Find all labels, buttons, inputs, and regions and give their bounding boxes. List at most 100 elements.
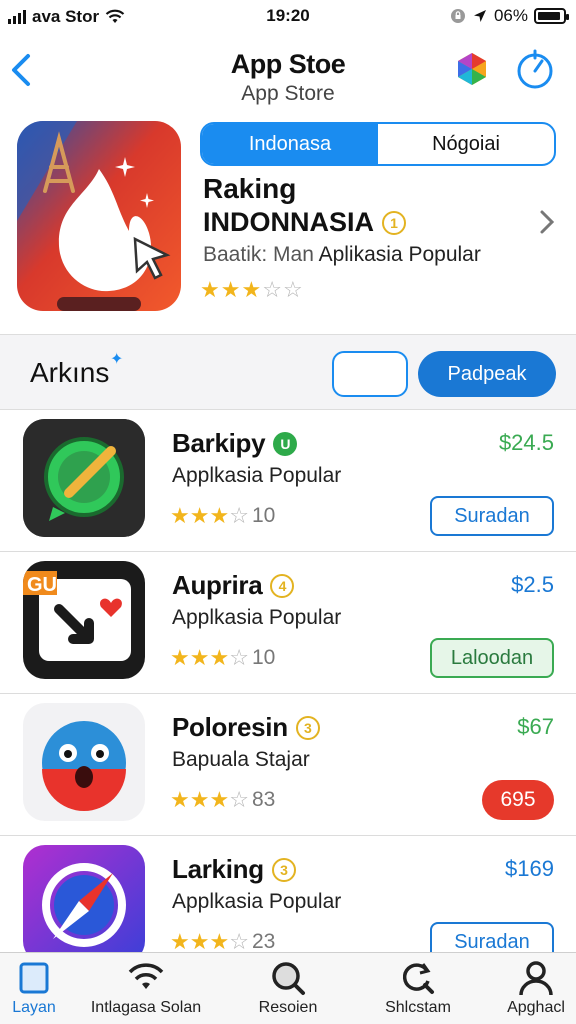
compass-icon[interactable] [23, 845, 145, 963]
star-icon: ★ [189, 928, 210, 954]
rating-stars: ★★★☆ [170, 786, 249, 812]
tab-bar: Layan Intlagasa Solan Resoien Shlcstam A… [0, 952, 576, 1024]
app-subtitle: Applkasia Popular [172, 890, 342, 913]
app-name: Barkipy U [172, 428, 298, 459]
star-icon: ★ [170, 502, 190, 528]
star-icon: ★ [209, 928, 230, 954]
tab-intlagasa-solan[interactable]: Intlagasa Solan [86, 959, 206, 1017]
status-bar: ava Stor 19:20 06% [0, 0, 576, 34]
gu-arrow-heart-icon[interactable]: GU [23, 561, 145, 679]
battery-icon [534, 8, 569, 24]
battery-fill [538, 12, 560, 20]
app-name: Auprira 4 [172, 570, 295, 601]
rating-stars: ★★★☆ [170, 644, 249, 670]
tab-shlcstam[interactable]: Shlcstam [358, 959, 478, 1017]
app-price: $67 [517, 714, 554, 739]
battery-percent: 06% [493, 6, 528, 25]
tab-label: Resoien [258, 999, 318, 1016]
refresh-search-icon [402, 963, 434, 994]
app-name: Larking 3 [172, 854, 296, 885]
rank-badge: 1 [382, 210, 407, 235]
app-name-label: Auprira [172, 570, 263, 600]
wifi-icon [128, 963, 164, 989]
search-icon [272, 962, 305, 995]
rating-count: 23 [251, 930, 276, 953]
app-name-label: Poloresin [172, 712, 288, 742]
featured-card[interactable]: Indonasa Nógoiai Raking INDONNASIA 1 Baa… [0, 115, 576, 333]
star-icon: ★ [241, 277, 262, 302]
section-header: Arkıns ✦ Padpeak [0, 334, 576, 410]
tab-label: Layan [12, 999, 56, 1016]
section-empty-button[interactable] [332, 351, 408, 397]
app-rating: ★★★☆ 10 [170, 646, 275, 670]
star-icon: ☆ [229, 928, 249, 954]
star-icon: ☆ [262, 277, 282, 302]
star-icon: ★ [220, 277, 241, 302]
nav-bar: App Stoe App Store [0, 40, 576, 110]
app-rating: ★★★☆ 23 [170, 930, 275, 954]
star-icon: ☆ [229, 502, 249, 528]
star-icon: ☆ [282, 277, 303, 302]
status-right: 06% [450, 6, 569, 26]
star-icon: ★ [170, 928, 190, 954]
tab-layan[interactable]: Layan [0, 959, 94, 1017]
tab-resoien[interactable]: Resoien [228, 959, 348, 1017]
star-icon: ★ [170, 786, 190, 812]
country-segmented-control[interactable]: Indonasa Nógoiai [200, 122, 556, 166]
tab-label: Shlcstam [385, 999, 451, 1016]
app-subtitle: Applkasia Popular [172, 606, 342, 629]
surprised-face-icon[interactable] [23, 703, 145, 821]
app-action-button[interactable]: Laloodan [430, 638, 554, 678]
tab-label: Apghacl [507, 999, 565, 1016]
app-badge: 4 [270, 573, 295, 598]
rating-stars: ★★★☆ [170, 928, 249, 954]
app-badge: U [273, 431, 298, 456]
app-action-button[interactable]: Suradan [430, 496, 554, 536]
star-icon: ★ [189, 786, 210, 812]
rating-count: 10 [251, 646, 276, 669]
app-name-label: Larking [172, 854, 264, 884]
ranking-desc-prefix: Baatik: Man [203, 243, 314, 266]
section-title: Arkıns [30, 357, 110, 388]
app-price: $169 [505, 856, 554, 881]
app-name: Poloresin 3 [172, 712, 320, 743]
featured-rating: ★ ★ ★ ☆ ☆ [200, 279, 303, 301]
ranking-title: Raking [203, 173, 297, 204]
app-row-auprira[interactable]: GU Auprira 4 Applkasia Popular ★★★☆ 10 $… [0, 552, 576, 694]
app-action-button[interactable]: 695 [482, 780, 554, 820]
segment-nogoiai[interactable]: Nógoiai [378, 124, 554, 164]
layers-icon [19, 962, 49, 994]
chevron-right-icon[interactable] [536, 207, 558, 237]
app-subtitle: Bapuala Stajar [172, 748, 310, 771]
star-icon: ★ [209, 786, 230, 812]
ranking-country-label: INDONNASIA [203, 207, 375, 237]
tab-apghacl[interactable]: Apghacl [476, 959, 576, 1017]
star-icon: ★ [209, 502, 230, 528]
padpeak-button[interactable]: Padpeak [418, 351, 556, 397]
person-icon [519, 961, 553, 996]
app-rating: ★★★☆ 83 [170, 788, 275, 812]
star-icon: ☆ [229, 644, 249, 670]
timer-icon[interactable] [514, 48, 556, 90]
lock-rotation-icon [450, 9, 465, 23]
app-price: $24.5 [498, 430, 554, 455]
app-price: $2.5 [511, 572, 554, 597]
rating-count: 83 [251, 788, 276, 811]
rating-count: 10 [251, 504, 276, 527]
app-name-label: Barkipy [172, 428, 266, 458]
segment-indonasa[interactable]: Indonasa [202, 124, 378, 164]
star-icon: ☆ [229, 786, 249, 812]
store-logo-icon[interactable] [452, 50, 492, 90]
star-icon: ★ [170, 644, 190, 670]
app-row-poloresin[interactable]: Poloresin 3 Bapuala Stajar ★★★☆ 83 $67 6… [0, 694, 576, 836]
star-icon: ★ [209, 644, 230, 670]
app-row-barkipy[interactable]: Barkipy U Applkasia Popular ★★★☆ 10 $24.… [0, 410, 576, 552]
star-icon: ★ [200, 277, 220, 302]
app-rating: ★★★☆ 10 [170, 504, 275, 528]
chat-pencil-icon[interactable] [23, 419, 145, 537]
featured-app-icon[interactable] [17, 121, 181, 311]
ranking-desc-main: Aplikasia Popular [318, 243, 481, 266]
star-icon: ★ [189, 644, 210, 670]
location-arrow-icon [473, 10, 486, 22]
star-icon: ★ [189, 502, 210, 528]
